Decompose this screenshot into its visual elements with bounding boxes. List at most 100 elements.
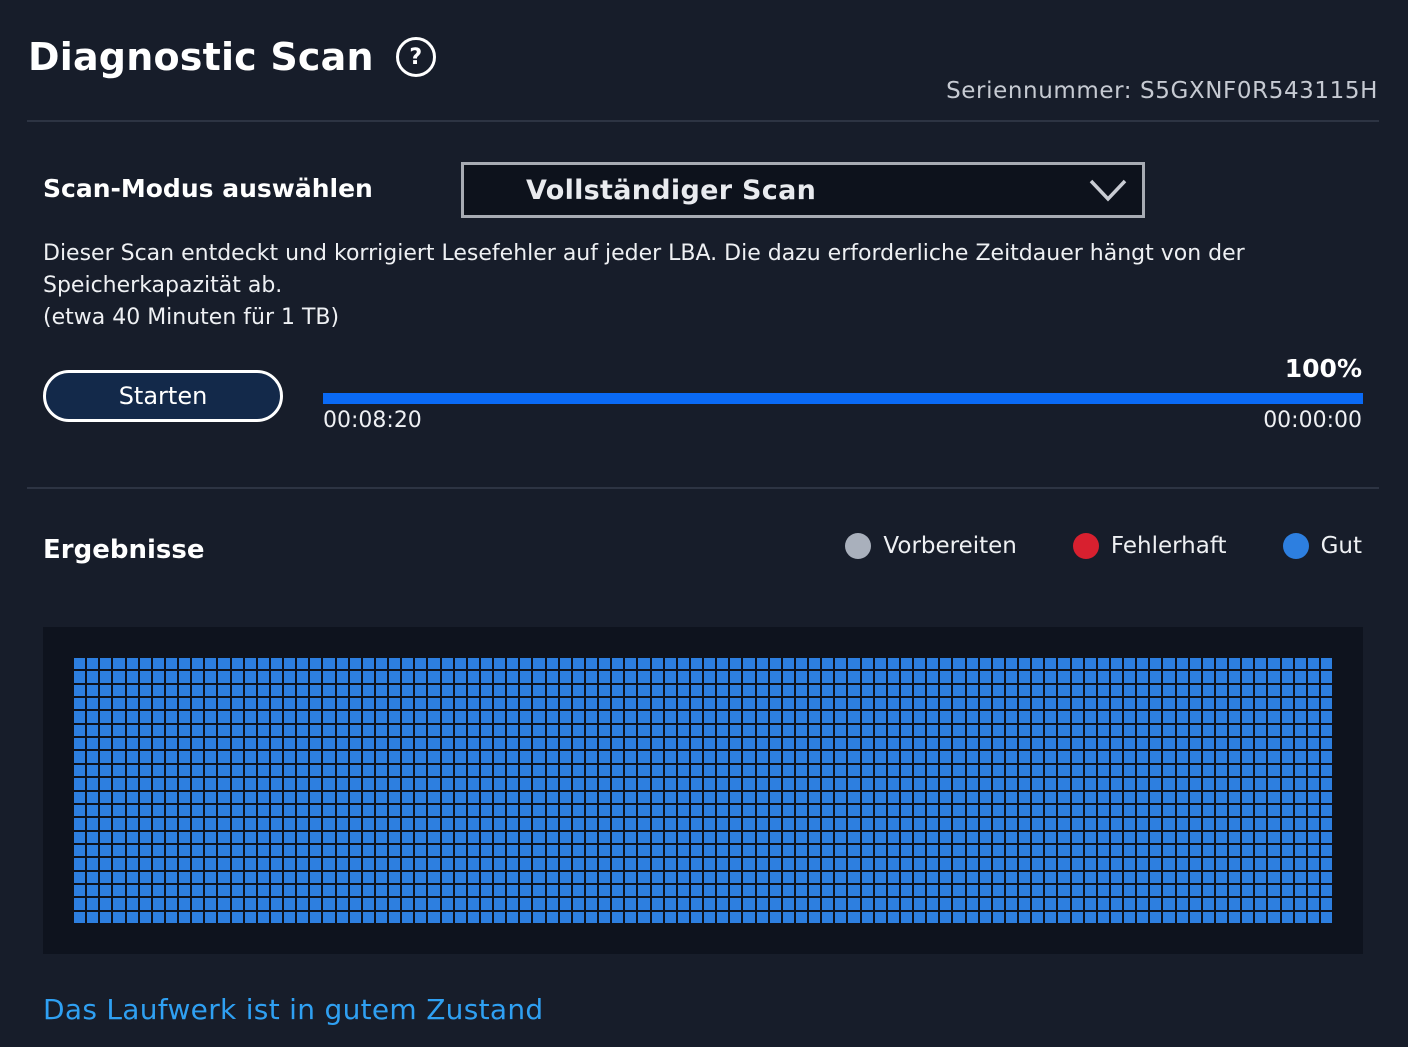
scan-block bbox=[546, 764, 558, 777]
scan-block bbox=[507, 684, 519, 697]
scan-block bbox=[572, 698, 584, 710]
scan-block bbox=[362, 898, 374, 910]
scan-block bbox=[848, 698, 860, 710]
scan-block bbox=[809, 684, 821, 697]
start-button[interactable]: Starten bbox=[43, 370, 283, 422]
scan-block bbox=[1215, 711, 1227, 723]
scan-block bbox=[231, 778, 243, 790]
scan-block bbox=[454, 764, 466, 777]
scan-block bbox=[362, 751, 374, 763]
scan-block bbox=[1097, 844, 1109, 857]
scan-block bbox=[704, 751, 716, 763]
scan-block bbox=[1163, 764, 1175, 777]
scan-block bbox=[1255, 791, 1267, 803]
scan-block bbox=[231, 898, 243, 910]
scan-block bbox=[992, 764, 1004, 777]
scan-block bbox=[546, 844, 558, 857]
scan-block bbox=[74, 858, 86, 870]
scan-block bbox=[480, 671, 492, 683]
scan-block bbox=[1005, 671, 1017, 683]
scan-block bbox=[415, 724, 427, 737]
scan-block bbox=[704, 884, 716, 897]
scan-block bbox=[822, 671, 834, 683]
scan-block bbox=[1032, 858, 1044, 870]
scan-block bbox=[284, 831, 296, 843]
scan-block bbox=[559, 791, 571, 803]
scan-block bbox=[270, 911, 282, 923]
scan-block bbox=[218, 898, 230, 910]
scan-block bbox=[638, 764, 650, 777]
scan-block bbox=[507, 764, 519, 777]
scan-block bbox=[179, 898, 191, 910]
scan-block bbox=[861, 751, 873, 763]
scan-block bbox=[1163, 844, 1175, 857]
scan-block bbox=[533, 818, 545, 830]
scan-block bbox=[126, 858, 138, 870]
scan-block bbox=[1137, 804, 1149, 817]
scan-mode-dropdown[interactable]: Vollständiger Scan bbox=[461, 162, 1145, 218]
scan-block bbox=[1005, 658, 1017, 670]
scan-block bbox=[900, 711, 912, 723]
scan-block bbox=[1229, 858, 1241, 870]
scan-block bbox=[966, 724, 978, 737]
scan-block bbox=[1019, 831, 1031, 843]
scan-block bbox=[533, 698, 545, 710]
scan-block bbox=[1045, 764, 1057, 777]
scan-block bbox=[297, 884, 309, 897]
scan-block bbox=[179, 791, 191, 803]
scan-block bbox=[940, 884, 952, 897]
scan-block bbox=[205, 871, 217, 883]
scan-block bbox=[1084, 831, 1096, 843]
scan-block bbox=[467, 738, 479, 750]
scan-block bbox=[887, 898, 899, 910]
scan-block bbox=[690, 738, 702, 750]
scan-block bbox=[953, 831, 965, 843]
scan-block bbox=[782, 684, 794, 697]
scan-block bbox=[257, 711, 269, 723]
scan-block bbox=[677, 844, 689, 857]
scan-block bbox=[454, 858, 466, 870]
scan-block bbox=[454, 898, 466, 910]
scan-block bbox=[743, 684, 755, 697]
scan-block bbox=[1215, 778, 1227, 790]
scan-block bbox=[887, 658, 899, 670]
scan-block bbox=[900, 898, 912, 910]
scan-block bbox=[927, 844, 939, 857]
scan-block bbox=[979, 751, 991, 763]
scan-block bbox=[165, 884, 177, 897]
scan-block bbox=[415, 858, 427, 870]
scan-block bbox=[1255, 778, 1267, 790]
scan-block bbox=[480, 698, 492, 710]
scan-block bbox=[1097, 671, 1109, 683]
scan-block bbox=[638, 858, 650, 870]
scan-block bbox=[717, 658, 729, 670]
scan-block bbox=[900, 804, 912, 817]
scan-block bbox=[599, 658, 611, 670]
scan-block bbox=[1255, 658, 1267, 670]
scan-block bbox=[1045, 724, 1057, 737]
scan-block bbox=[349, 764, 361, 777]
scan-block bbox=[572, 791, 584, 803]
scan-block bbox=[1307, 684, 1319, 697]
scan-block bbox=[887, 911, 899, 923]
scan-block bbox=[507, 804, 519, 817]
scan-block bbox=[126, 831, 138, 843]
scan-block bbox=[1307, 751, 1319, 763]
scan-block bbox=[756, 818, 768, 830]
help-circle-icon[interactable]: ? bbox=[395, 37, 436, 77]
scan-block bbox=[914, 871, 926, 883]
scan-block bbox=[664, 884, 676, 897]
scan-block bbox=[677, 804, 689, 817]
scan-block bbox=[152, 698, 164, 710]
scan-block bbox=[520, 658, 532, 670]
scan-block bbox=[1215, 791, 1227, 803]
scan-block bbox=[992, 778, 1004, 790]
scan-block bbox=[612, 658, 624, 670]
scan-block bbox=[494, 738, 506, 750]
scan-block bbox=[1163, 884, 1175, 897]
scan-block bbox=[979, 738, 991, 750]
scan-block bbox=[415, 711, 427, 723]
scan-block bbox=[1229, 658, 1241, 670]
scan-block bbox=[887, 791, 899, 803]
scan-block bbox=[900, 858, 912, 870]
